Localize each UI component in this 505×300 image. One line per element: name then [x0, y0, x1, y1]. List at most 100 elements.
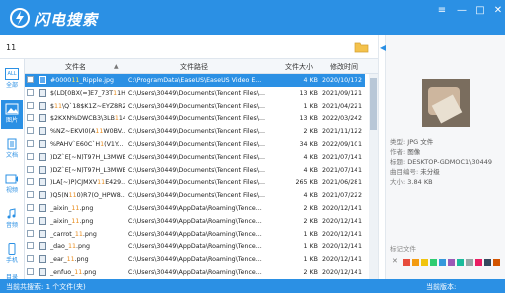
row-checkbox[interactable] — [27, 88, 34, 96]
file-date: 2021/06/28 — [322, 179, 357, 187]
close-button[interactable]: ✕ — [490, 4, 505, 18]
mark-color-swatch[interactable] — [421, 259, 428, 266]
sidebar-label: 文档 — [5, 152, 18, 159]
settings-menu-button[interactable]: ≡ — [434, 4, 450, 18]
file-path: C:\Users\30449\AppData\Roaming\Tence... — [128, 230, 262, 238]
sidebar-item-documents[interactable]: 文档 — [1, 135, 23, 164]
panel-splitter[interactable]: ◀ — [378, 35, 386, 279]
column-header-path[interactable]: 文件路径 — [180, 62, 208, 72]
file-name: )DZ`E[~N)T97H_L3MWB( — [50, 153, 125, 161]
sidebar-item-audio[interactable]: 音频 — [1, 205, 23, 234]
file-name: _enfuo_11.png — [50, 269, 97, 276]
category-sidebar: ALL 全部 图片 文档 视频 音频 手机 目录 — [0, 59, 25, 279]
row-checkbox[interactable] — [27, 127, 34, 135]
image-preview — [422, 79, 470, 127]
detail-field: 标题: DESKTOP-GDMOC1\30449 — [390, 158, 492, 166]
sidebar-item-images[interactable]: 图片 — [1, 100, 23, 129]
file-icon — [39, 229, 46, 238]
row-checkbox[interactable] — [27, 216, 34, 224]
column-header-size[interactable]: 文件大小 — [285, 62, 313, 72]
folder-icon[interactable] — [354, 41, 369, 53]
maximize-button[interactable]: □ — [472, 4, 488, 18]
row-checkbox[interactable] — [27, 255, 34, 263]
file-size: 4 KB — [303, 166, 318, 174]
file-path: C:\Users\30449\AppData\Roaming\Tence... — [128, 256, 262, 264]
status-bar: 当前共搜索: 1 个文件(夹) 当前版本: 2.3.840.0426 — [0, 279, 505, 300]
file-date: 2020/10/17 — [322, 77, 357, 84]
file-date: 2021/11/12 — [322, 128, 357, 136]
sidebar-label: 图片 — [5, 117, 18, 124]
mark-color-swatch[interactable] — [457, 259, 464, 266]
file-path: C:\Users\30449\AppData\Roaming\Tence... — [128, 205, 262, 212]
file-icon — [39, 101, 46, 110]
mark-color-swatch[interactable] — [493, 259, 500, 266]
file-path: C:\Users\30449\Documents\Tencent Files\.… — [128, 153, 265, 161]
file-name: _aixin_11.png — [50, 217, 94, 225]
file-icon — [39, 165, 46, 174]
row-checkbox[interactable] — [27, 76, 34, 83]
file-icon — [39, 127, 46, 136]
file-size: 13 KB — [299, 115, 318, 123]
clear-mark-icon[interactable]: ✕ — [392, 257, 399, 265]
file-date: 2020/12/14 — [322, 243, 357, 251]
file-size: 4 KB — [303, 77, 318, 84]
detail-label: 类型: — [390, 138, 406, 146]
row-checkbox[interactable] — [27, 165, 34, 173]
mark-color-swatch[interactable] — [484, 259, 491, 266]
file-time: 2 — [358, 192, 363, 200]
column-header-modified[interactable]: 修改时间 — [330, 62, 358, 72]
file-date: 2022/03/24 — [322, 115, 357, 123]
mark-color-swatch[interactable] — [430, 259, 437, 266]
detail-value: DESKTOP-GDMOC1\30449 — [407, 158, 493, 166]
file-table: #000011_Ripple.jpg C:\ProgramData\EaseUS\… — [25, 74, 378, 279]
file-size: 1 KB — [303, 243, 318, 251]
mark-color-swatch[interactable] — [439, 259, 446, 266]
row-checkbox[interactable] — [27, 101, 34, 109]
minimize-button[interactable]: — — [454, 4, 470, 18]
sidebar-item-all[interactable]: ALL 全部 — [1, 65, 23, 94]
file-icon — [39, 140, 46, 148]
file-date: 2020/12/14 — [322, 269, 357, 276]
file-time: 1 — [358, 243, 363, 251]
file-date: 2020/12/14 — [322, 205, 357, 212]
file-time: 2 — [358, 115, 363, 123]
sort-arrow-icon[interactable]: ▲ — [114, 63, 119, 70]
row-checkbox[interactable] — [27, 178, 34, 186]
sidebar-item-video[interactable]: 视频 — [1, 170, 23, 199]
scrollbar-thumb[interactable] — [370, 78, 377, 130]
detail-label: 作者: — [390, 148, 406, 156]
row-checkbox[interactable] — [27, 204, 34, 211]
file-name: $2KXN%DWCB3\3LB114... — [50, 115, 125, 123]
row-checkbox[interactable] — [27, 242, 34, 250]
row-checkbox[interactable] — [27, 191, 34, 199]
mark-color-swatch[interactable] — [412, 259, 419, 266]
row-checkbox[interactable] — [27, 229, 34, 237]
mark-color-swatch[interactable] — [403, 259, 410, 266]
row-checkbox[interactable] — [27, 152, 34, 160]
detail-field: 作者: 图像 — [390, 148, 420, 156]
file-size: 2 KB — [303, 217, 318, 225]
file-time: 1 — [358, 205, 363, 212]
detail-value: 3.84 KB — [407, 178, 433, 186]
search-input[interactable] — [6, 39, 352, 55]
file-time: 1 — [358, 217, 363, 225]
table-row[interactable]: _enfuo_11.png C:\Users\30449\AppData\Roam… — [25, 266, 365, 279]
file-size: 2 KB — [303, 269, 318, 276]
row-checkbox[interactable] — [27, 114, 34, 122]
file-name: )LA[~)P)CJMXV11E429... — [50, 179, 125, 187]
detail-value: 图像 — [407, 148, 421, 156]
file-name: _dao_11.png — [50, 243, 91, 251]
row-checkbox[interactable] — [27, 268, 34, 275]
mark-color-swatch[interactable] — [475, 259, 482, 266]
status-count: 当前共搜索: 1 个文件(夹) — [6, 283, 86, 291]
sidebar-item-phone[interactable]: 手机 — [1, 240, 23, 269]
file-path: C:\Users\30449\AppData\Roaming\Tence... — [128, 217, 262, 225]
mark-color-swatch[interactable] — [466, 259, 473, 266]
vertical-scrollbar[interactable] — [369, 74, 378, 279]
file-size: 4 KB — [303, 153, 318, 161]
file-name: $(LD[0BX(=]E7_73T11H... — [50, 89, 125, 97]
detail-label: 标题: — [390, 158, 406, 166]
row-checkbox[interactable] — [27, 140, 34, 147]
column-header-name[interactable]: 文件名 — [65, 62, 86, 72]
mark-color-swatch[interactable] — [448, 259, 455, 266]
